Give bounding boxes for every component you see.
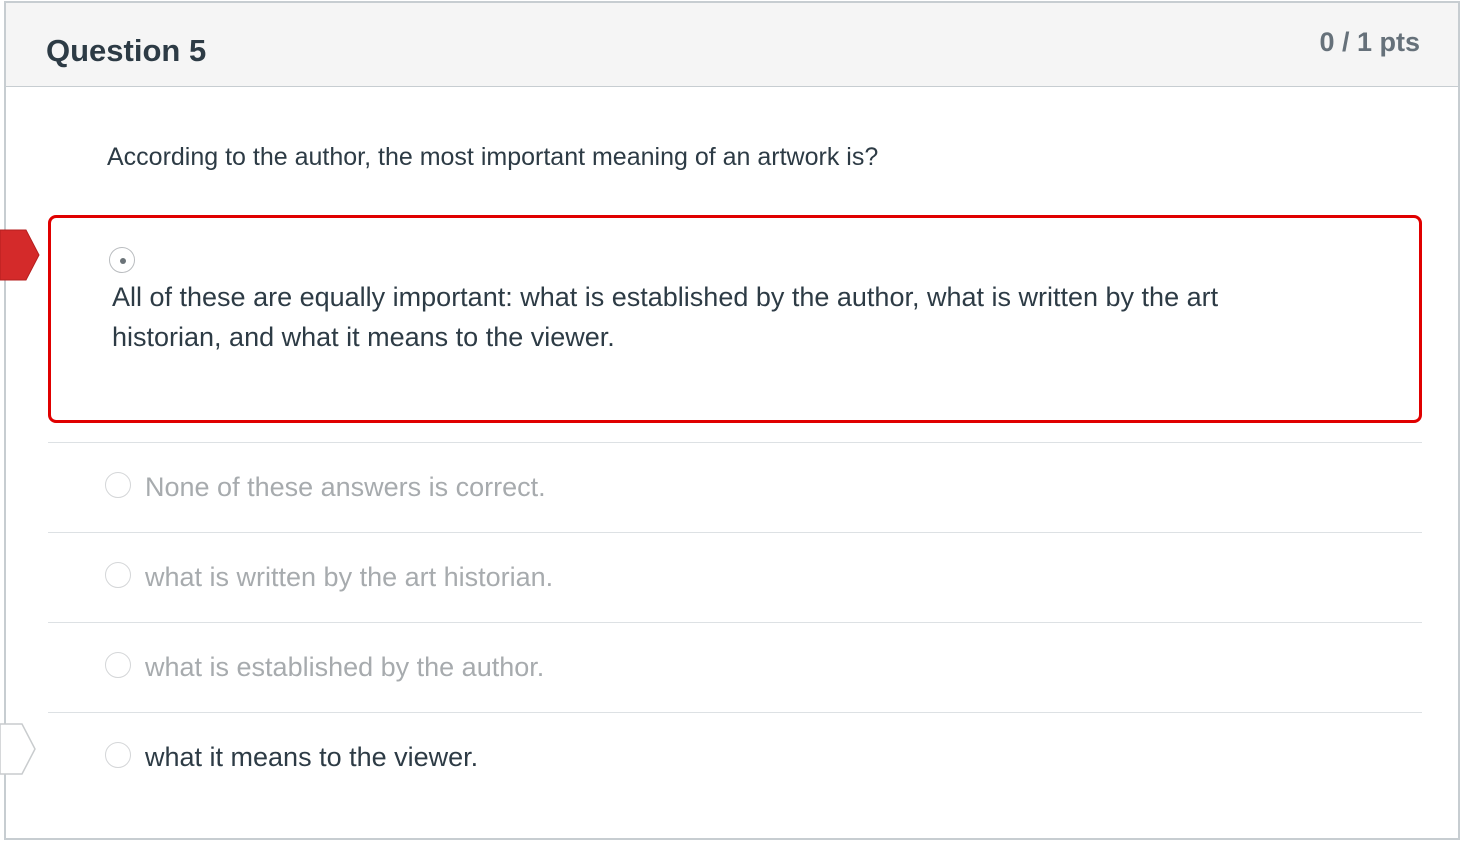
answer-option[interactable]: None of these answers is correct. [48,442,1422,532]
wrong-answer-marker-icon [0,229,40,281]
radio-icon[interactable] [105,562,131,588]
radio-selected-icon[interactable] [109,247,135,273]
answer-option[interactable]: what is established by the author. [48,622,1422,712]
answer-label: All of these are equally important: what… [112,282,1219,352]
answer-option[interactable]: what is written by the art historian. [48,532,1422,622]
correct-answer-marker-icon [0,723,36,775]
radio-icon[interactable] [105,742,131,768]
question-points: 0 / 1 pts [1319,27,1420,57]
question-card: Question 5 0 / 1 pts According to the au… [4,1,1460,840]
answer-option-correct[interactable]: what it means to the viewer. [48,712,1422,802]
question-title: Question 5 [46,33,207,68]
question-text: According to the author, the most import… [107,143,879,171]
radio-icon[interactable] [105,652,131,678]
answer-label: what is written by the art historian. [145,562,554,592]
answer-label: what is established by the author. [145,652,545,682]
radio-icon[interactable] [105,472,131,498]
answer-label: None of these answers is correct. [145,472,546,502]
question-header: Question 5 0 / 1 pts [6,3,1458,87]
answer-option-selected-incorrect[interactable]: All of these are equally important: what… [48,215,1422,423]
answer-label: what it means to the viewer. [145,742,479,772]
